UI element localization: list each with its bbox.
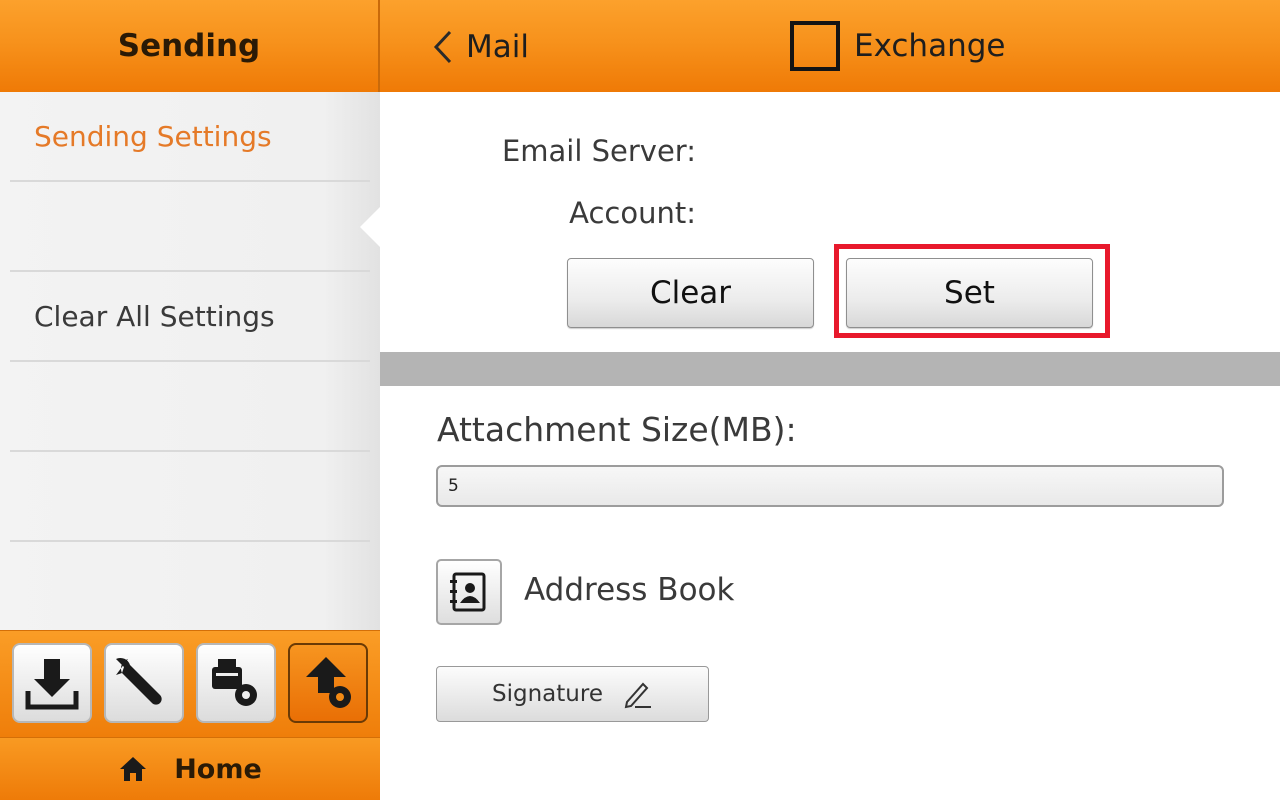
tools-button[interactable]	[104, 643, 184, 723]
address-book-icon	[450, 572, 486, 612]
home-label: Home	[174, 753, 262, 785]
toolbar	[0, 630, 380, 737]
sidebar-item-label: Sending Settings	[34, 119, 272, 153]
exchange-toggle[interactable]: Exchange	[790, 20, 1005, 72]
section-divider	[380, 352, 1280, 386]
sidebar-item-empty	[10, 182, 370, 272]
back-label: Mail	[466, 29, 529, 65]
scanner-settings-button[interactable]	[196, 643, 276, 723]
address-book-button[interactable]	[436, 559, 502, 625]
back-button[interactable]: Mail	[432, 26, 529, 68]
scanner-settings-icon	[212, 659, 257, 706]
home-button[interactable]: Home	[0, 737, 380, 800]
sidebar-item-empty	[10, 452, 370, 542]
attachment-size-input[interactable]	[436, 465, 1224, 507]
sidebar-item-label: Clear All Settings	[34, 299, 275, 333]
exchange-label: Exchange	[854, 28, 1006, 64]
address-book-label: Address Book	[524, 572, 735, 608]
clear-button[interactable]: Clear	[567, 258, 814, 328]
sidebar-item-clear-all-settings[interactable]: Clear All Settings	[10, 272, 370, 362]
sidebar-item-empty	[10, 362, 370, 452]
signature-button[interactable]: Signature	[436, 666, 709, 722]
email-server-label: Email Server:	[501, 134, 696, 168]
account-label: Account:	[569, 196, 696, 230]
section-title: Sending	[117, 28, 261, 64]
upload-settings-icon	[306, 657, 351, 708]
header-bar: Sending Mail Exchange	[0, 0, 1280, 92]
wrench-icon	[116, 657, 162, 705]
set-button-highlight	[834, 244, 1110, 338]
chevron-left-icon	[433, 30, 452, 64]
active-pointer	[360, 207, 380, 247]
signature-label: Signature	[492, 681, 603, 707]
home-icon	[120, 757, 147, 781]
pencil-icon	[624, 682, 651, 709]
section-header: Sending	[0, 0, 380, 92]
exchange-checkbox[interactable]	[790, 21, 840, 71]
attachment-size-label: Attachment Size(MB):	[437, 410, 797, 449]
sidebar: Sending Settings Clear All Settings	[0, 92, 380, 630]
download-tray-icon	[25, 659, 79, 710]
download-button[interactable]	[12, 643, 92, 723]
upload-settings-button[interactable]	[288, 643, 368, 723]
sidebar-item-sending-settings[interactable]: Sending Settings	[10, 92, 370, 182]
